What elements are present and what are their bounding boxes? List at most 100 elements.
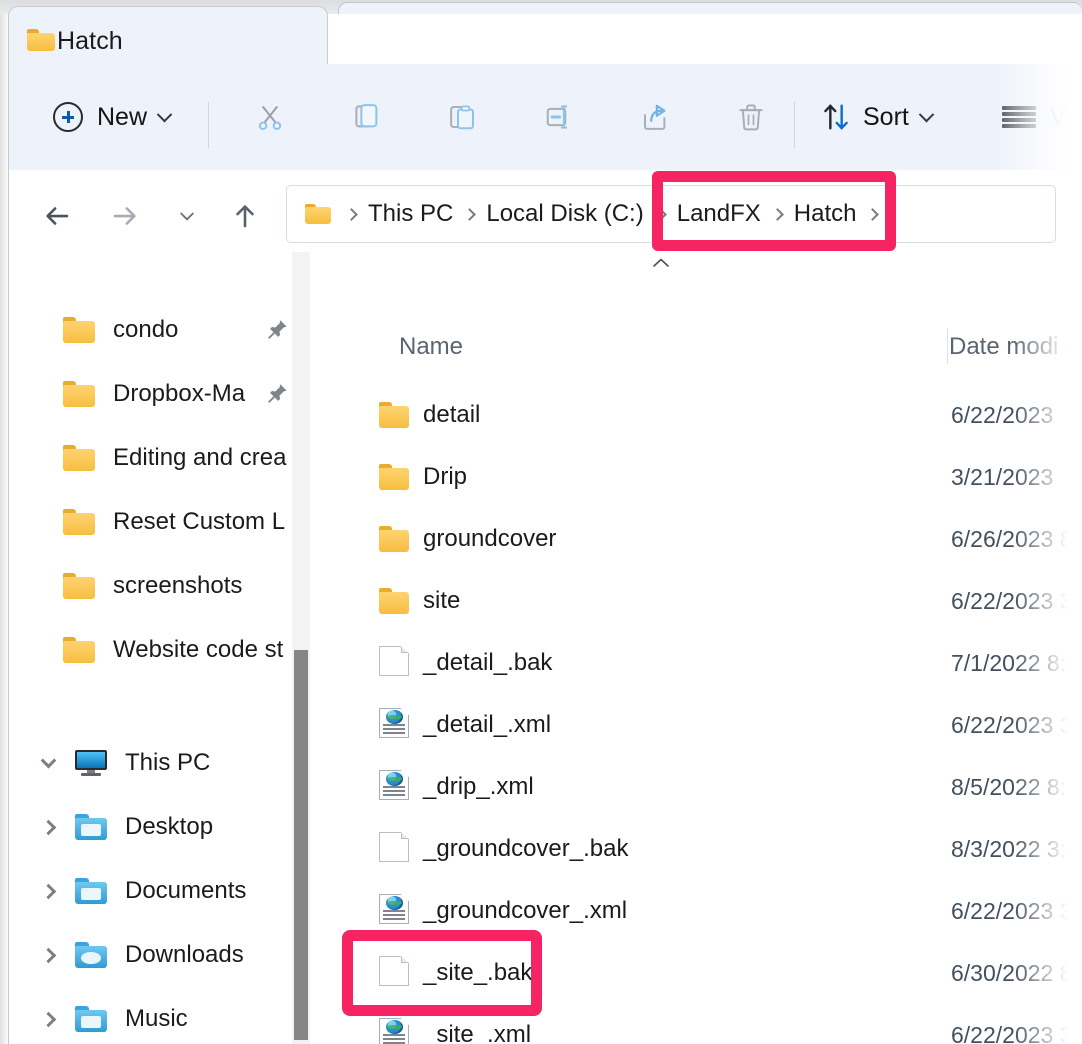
sidebar-item-reset-custom[interactable]: Reset Custom L <box>9 490 301 554</box>
arrow-up-icon <box>236 205 254 228</box>
sidebar-item-condo[interactable]: condo <box>9 298 301 362</box>
tab-inactive[interactable] <box>338 2 1082 14</box>
table-row[interactable]: _groundcover_.bak 8/3/2022 3: <box>319 818 1082 880</box>
breadcrumb-this-pc[interactable]: This PC <box>368 200 453 228</box>
sidebar-item-desktop[interactable]: Desktop <box>9 795 301 859</box>
downloads-folder-icon <box>75 942 115 968</box>
file-name: site <box>423 587 461 614</box>
chevron-down-icon <box>918 106 935 122</box>
file-date: 7/1/2022 8: <box>951 649 1067 676</box>
column-header-name[interactable]: Name <box>399 322 463 372</box>
sidebar-item-this-pc[interactable]: This PC <box>9 731 301 795</box>
paste-button[interactable] <box>433 89 493 145</box>
folder-icon <box>305 203 331 225</box>
sidebar-item-label: Dropbox-Ma <box>113 380 246 407</box>
table-row[interactable]: _groundcover_.xml 6/22/2023 3 <box>319 880 1082 942</box>
file-name: _detail_.bak <box>423 649 553 676</box>
folder-icon <box>63 317 103 343</box>
document-icon <box>379 832 409 862</box>
back-button[interactable] <box>35 194 79 238</box>
column-header-date[interactable]: Date modi <box>949 322 1058 372</box>
pin-icon[interactable] <box>267 318 289 340</box>
column-header-date-label: Date modi <box>949 333 1059 360</box>
file-date: 8/3/2022 3: <box>951 835 1067 862</box>
copy-icon <box>355 104 378 128</box>
address-bar[interactable]: This PC Local Disk (C:) LandFX Hatch <box>286 185 1056 243</box>
table-row[interactable]: _detail_.xml 6/22/2023 3 <box>319 694 1082 756</box>
sort-button[interactable]: Sort <box>809 89 942 145</box>
sidebar-item-label: screenshots <box>113 572 243 599</box>
breadcrumb-separator[interactable] <box>653 207 667 221</box>
table-row[interactable]: _detail_.bak 7/1/2022 8: <box>319 632 1082 694</box>
sidebar-item-screenshots[interactable]: screenshots <box>9 554 301 618</box>
table-row[interactable]: _site_.xml 6/22/2023 3 <box>319 1004 1082 1044</box>
table-row[interactable]: site 6/22/2023 3 <box>319 570 1082 632</box>
copy-button[interactable] <box>337 89 397 145</box>
file-date: 6/30/2022 8 <box>951 959 1073 986</box>
chevron-right-icon[interactable] <box>33 819 63 835</box>
new-button[interactable]: New <box>43 89 184 145</box>
file-date: 6/22/2023 3 <box>951 897 1073 924</box>
nav-pane-scrollbar-thumb[interactable] <box>294 650 308 1040</box>
view-button[interactable]: Vi <box>994 89 1080 145</box>
sidebar-item-music[interactable]: Music <box>9 987 301 1044</box>
table-row[interactable]: _drip_.xml 8/5/2022 8: <box>319 756 1082 818</box>
delete-button[interactable] <box>721 89 781 145</box>
table-row[interactable]: _site_.bak 6/30/2022 8 <box>319 942 1082 1004</box>
sidebar-item-editing-and-creating[interactable]: Editing and crea <box>9 426 301 490</box>
list-view-icon <box>1002 106 1036 128</box>
sort-arrows-icon <box>824 104 848 130</box>
tab-hatch[interactable]: Hatch <box>8 6 328 66</box>
breadcrumb-separator[interactable] <box>770 207 784 221</box>
breadcrumb-landfx[interactable]: LandFX <box>677 200 761 228</box>
sidebar-item-downloads[interactable]: Downloads <box>9 923 301 987</box>
folder-icon <box>63 509 103 535</box>
music-folder-icon <box>75 1006 115 1032</box>
share-button[interactable] <box>625 89 685 145</box>
table-row[interactable]: detail 6/22/2023 <box>319 384 1082 446</box>
xml-file-icon <box>379 770 409 800</box>
folder-icon <box>63 637 103 663</box>
toolbar-divider-2 <box>794 102 795 148</box>
file-list-pane[interactable]: Name Date modi detail 6/22/2023 Drip 3/2… <box>319 256 1082 1044</box>
file-date: 3/21/2023 <box>951 463 1054 490</box>
navigation-pane[interactable]: condo Dropbox-Ma Editing and crea Reset … <box>9 256 301 1044</box>
up-button[interactable] <box>223 194 267 238</box>
pin-icon[interactable] <box>267 382 289 404</box>
column-divider[interactable] <box>947 328 948 364</box>
rename-icon <box>546 105 567 129</box>
sidebar-item-label: Website code st <box>113 636 284 663</box>
file-name: _detail_.xml <box>423 711 552 738</box>
breadcrumb-hatch[interactable]: Hatch <box>794 200 857 228</box>
rename-button[interactable] <box>529 89 589 145</box>
breadcrumb-separator[interactable] <box>463 207 477 221</box>
file-date: 6/26/2023 8 <box>951 525 1073 552</box>
chevron-right-icon[interactable] <box>33 1011 63 1027</box>
table-row[interactable]: groundcover 6/26/2023 8 <box>319 508 1082 570</box>
cut-button[interactable] <box>240 89 300 145</box>
xml-file-icon <box>379 708 409 738</box>
desktop-folder-icon <box>75 814 115 840</box>
paste-icon <box>450 105 474 130</box>
folder-icon <box>379 588 409 614</box>
scissors-icon <box>258 106 282 130</box>
chevron-down-icon[interactable] <box>33 752 63 769</box>
breadcrumb-separator[interactable] <box>345 207 358 221</box>
table-row[interactable]: Drip 3/21/2023 <box>319 446 1082 508</box>
folder-icon <box>27 29 55 51</box>
file-name: _drip_.xml <box>423 773 534 800</box>
chevron-right-icon[interactable] <box>33 883 63 899</box>
documents-folder-icon <box>75 878 115 904</box>
breadcrumb-local-disk[interactable]: Local Disk (C:) <box>486 200 643 228</box>
breadcrumb-separator[interactable] <box>866 207 880 221</box>
sort-ascending-icon <box>653 258 669 267</box>
sidebar-item-documents[interactable]: Documents <box>9 859 301 923</box>
forward-button[interactable] <box>103 194 147 238</box>
window-left-shadow <box>0 14 9 1044</box>
file-name: _groundcover_.xml <box>423 897 628 924</box>
sidebar-item-label: This PC <box>125 749 211 776</box>
chevron-right-icon[interactable] <box>33 947 63 963</box>
recent-locations-button[interactable] <box>165 194 209 238</box>
sidebar-item-dropbox[interactable]: Dropbox-Ma <box>9 362 301 426</box>
sidebar-item-website-code[interactable]: Website code st <box>9 618 301 682</box>
